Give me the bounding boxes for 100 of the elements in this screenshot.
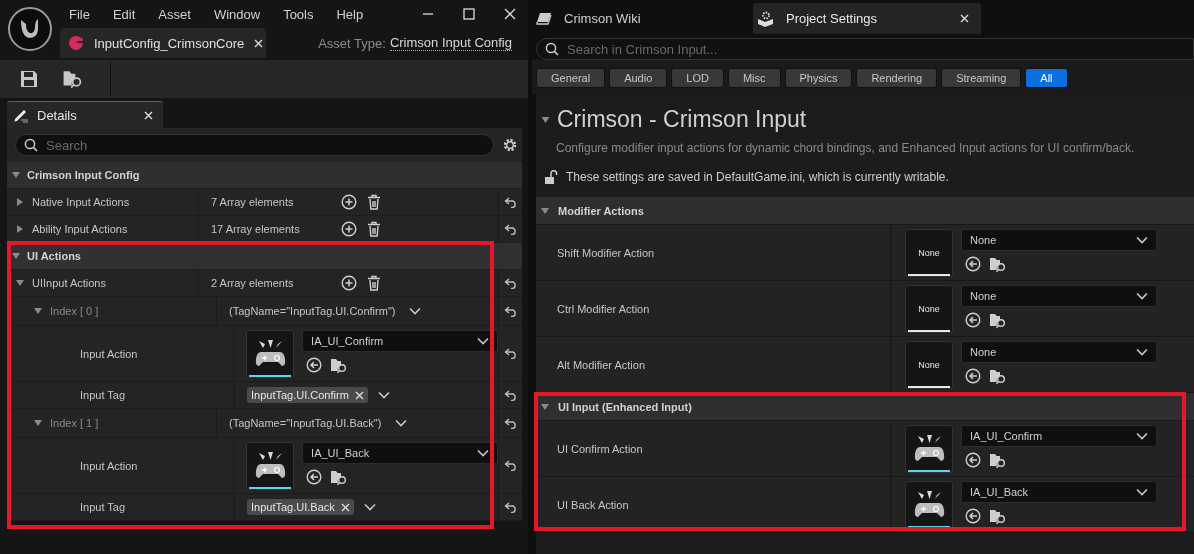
expand-caret-icon[interactable] xyxy=(15,224,25,234)
trash-icon[interactable] xyxy=(367,194,381,210)
reset-arrow-icon[interactable] xyxy=(503,460,518,471)
remove-icon[interactable] xyxy=(354,390,364,400)
add-icon[interactable] xyxy=(341,194,357,210)
asset-dropdown[interactable]: None xyxy=(961,228,1157,251)
menu-item[interactable]: Tools xyxy=(283,6,314,22)
category-header[interactable]: Crimson Input Config xyxy=(7,162,522,189)
chevron-down-icon[interactable] xyxy=(409,307,422,315)
collapse-caret-icon[interactable] xyxy=(540,401,550,412)
search-field[interactable]: Search xyxy=(15,134,494,156)
chevron-down-icon[interactable] xyxy=(1136,235,1148,244)
reset-arrow-icon[interactable] xyxy=(503,348,518,359)
filter-button[interactable]: Audio xyxy=(609,68,668,88)
collapse-caret-icon[interactable] xyxy=(15,278,25,288)
folder-search-icon[interactable] xyxy=(62,69,84,89)
filter-button[interactable]: Rendering xyxy=(856,68,938,88)
asset-thumbnail[interactable] xyxy=(246,441,295,490)
reset-arrow-icon[interactable] xyxy=(503,417,518,429)
close-icon[interactable] xyxy=(144,110,153,120)
close-icon[interactable] xyxy=(504,8,516,20)
chevron-down-icon[interactable] xyxy=(377,391,390,399)
asset-thumbnail[interactable]: None xyxy=(905,228,953,277)
search-field[interactable]: Search in Crimson Input... xyxy=(536,38,1194,60)
add-icon[interactable] xyxy=(341,275,357,291)
asset-thumbnail[interactable] xyxy=(905,424,953,473)
menu-item[interactable]: Help xyxy=(336,6,364,22)
folder-search-icon[interactable] xyxy=(989,255,1007,273)
asset-tab[interactable]: InputConfig_CrimsonCore xyxy=(60,28,266,58)
chevron-down-icon[interactable] xyxy=(1136,347,1148,356)
folder-search-icon[interactable] xyxy=(989,311,1007,329)
close-icon[interactable] xyxy=(960,14,969,23)
maximize-icon[interactable] xyxy=(463,8,475,20)
collapse-caret-icon[interactable] xyxy=(33,418,43,428)
reset-arrow-icon[interactable] xyxy=(503,305,518,317)
asset-thumbnail[interactable] xyxy=(246,329,295,378)
asset-thumbnail[interactable]: None xyxy=(905,284,953,333)
property-name: Input Action xyxy=(80,347,138,360)
details-tab[interactable]: Details xyxy=(7,101,163,128)
asset-thumbnail[interactable]: None xyxy=(905,340,953,389)
asset-dropdown[interactable]: None xyxy=(961,284,1157,307)
reset-arrow-icon[interactable] xyxy=(503,501,518,513)
chevron-down-icon[interactable] xyxy=(1136,487,1148,496)
folder-search-icon[interactable] xyxy=(330,356,349,374)
reset-arrow-icon[interactable] xyxy=(503,223,518,235)
trash-icon[interactable] xyxy=(367,275,381,291)
folder-search-icon[interactable] xyxy=(989,507,1007,525)
menu-item[interactable]: Edit xyxy=(112,6,136,22)
chevron-down-icon[interactable] xyxy=(477,448,490,457)
reset-arrow-icon[interactable] xyxy=(503,277,518,289)
chevron-down-icon[interactable] xyxy=(1136,291,1148,300)
logo-icon[interactable] xyxy=(7,6,53,52)
search-input[interactable]: Search xyxy=(46,137,485,153)
pie-chart-icon xyxy=(68,35,84,51)
filter-button[interactable]: Streaming xyxy=(941,68,1022,88)
menu-item[interactable]: Window xyxy=(213,6,261,22)
settings-icon[interactable] xyxy=(502,137,518,153)
category-header[interactable]: Modifier Actions xyxy=(536,197,1194,225)
chevron-down-icon[interactable] xyxy=(395,419,408,427)
filter-button[interactable]: LOD xyxy=(671,68,724,88)
chevron-down-icon[interactable] xyxy=(477,336,490,345)
tag-chip[interactable]: InputTag.UI.Confirm xyxy=(247,387,368,403)
collapse-caret-icon[interactable] xyxy=(11,170,21,180)
asset-type-link[interactable]: Crimson Input Config xyxy=(389,35,512,51)
filter-button[interactable]: All xyxy=(1025,68,1068,88)
property-name: Native Input Actions xyxy=(32,196,130,208)
collapse-caret-icon[interactable] xyxy=(540,205,550,216)
tag-chip[interactable]: InputTag.UI.Back xyxy=(247,499,354,515)
property-name: UI Confirm Action xyxy=(557,442,643,455)
asset-dropdown[interactable]: IA_UI_Confirm xyxy=(961,424,1157,447)
reset-arrow-icon[interactable] xyxy=(503,389,518,401)
folder-search-icon[interactable] xyxy=(989,451,1007,469)
chevron-down-icon[interactable] xyxy=(363,503,376,511)
filter-button[interactable]: Misc xyxy=(727,68,781,88)
document-tab[interactable]: Crimson Wiki xyxy=(532,3,733,34)
collapse-caret-icon[interactable] xyxy=(540,114,551,125)
document-tab[interactable]: Project Settings xyxy=(753,3,981,34)
trash-icon[interactable] xyxy=(367,221,381,237)
folder-search-icon[interactable] xyxy=(330,468,349,486)
search-input[interactable]: Search in Crimson Input... xyxy=(567,41,1185,57)
asset-dropdown[interactable]: IA_UI_Back xyxy=(302,441,499,464)
property-name: Input Action xyxy=(80,459,138,472)
asset-dropdown[interactable]: IA_UI_Confirm xyxy=(302,329,499,352)
expand-caret-icon[interactable] xyxy=(15,197,25,207)
filter-button[interactable]: Physics xyxy=(784,68,853,88)
menu-item[interactable]: File xyxy=(69,6,90,22)
collapse-caret-icon[interactable] xyxy=(33,306,43,316)
asset-thumbnail[interactable] xyxy=(905,480,953,529)
asset-dropdown[interactable]: None xyxy=(961,340,1157,363)
remove-icon[interactable] xyxy=(340,502,350,512)
close-icon[interactable] xyxy=(254,38,264,48)
add-icon[interactable] xyxy=(341,221,357,237)
filter-button[interactable]: General xyxy=(536,68,606,88)
chevron-down-icon[interactable] xyxy=(1136,431,1148,440)
asset-dropdown[interactable]: IA_UI_Back xyxy=(961,480,1157,503)
save-icon[interactable] xyxy=(20,70,38,88)
menu-item[interactable]: Asset xyxy=(158,6,191,22)
collapse-caret-icon[interactable] xyxy=(11,251,21,261)
folder-search-icon[interactable] xyxy=(989,367,1007,385)
reset-arrow-icon[interactable] xyxy=(503,196,518,208)
